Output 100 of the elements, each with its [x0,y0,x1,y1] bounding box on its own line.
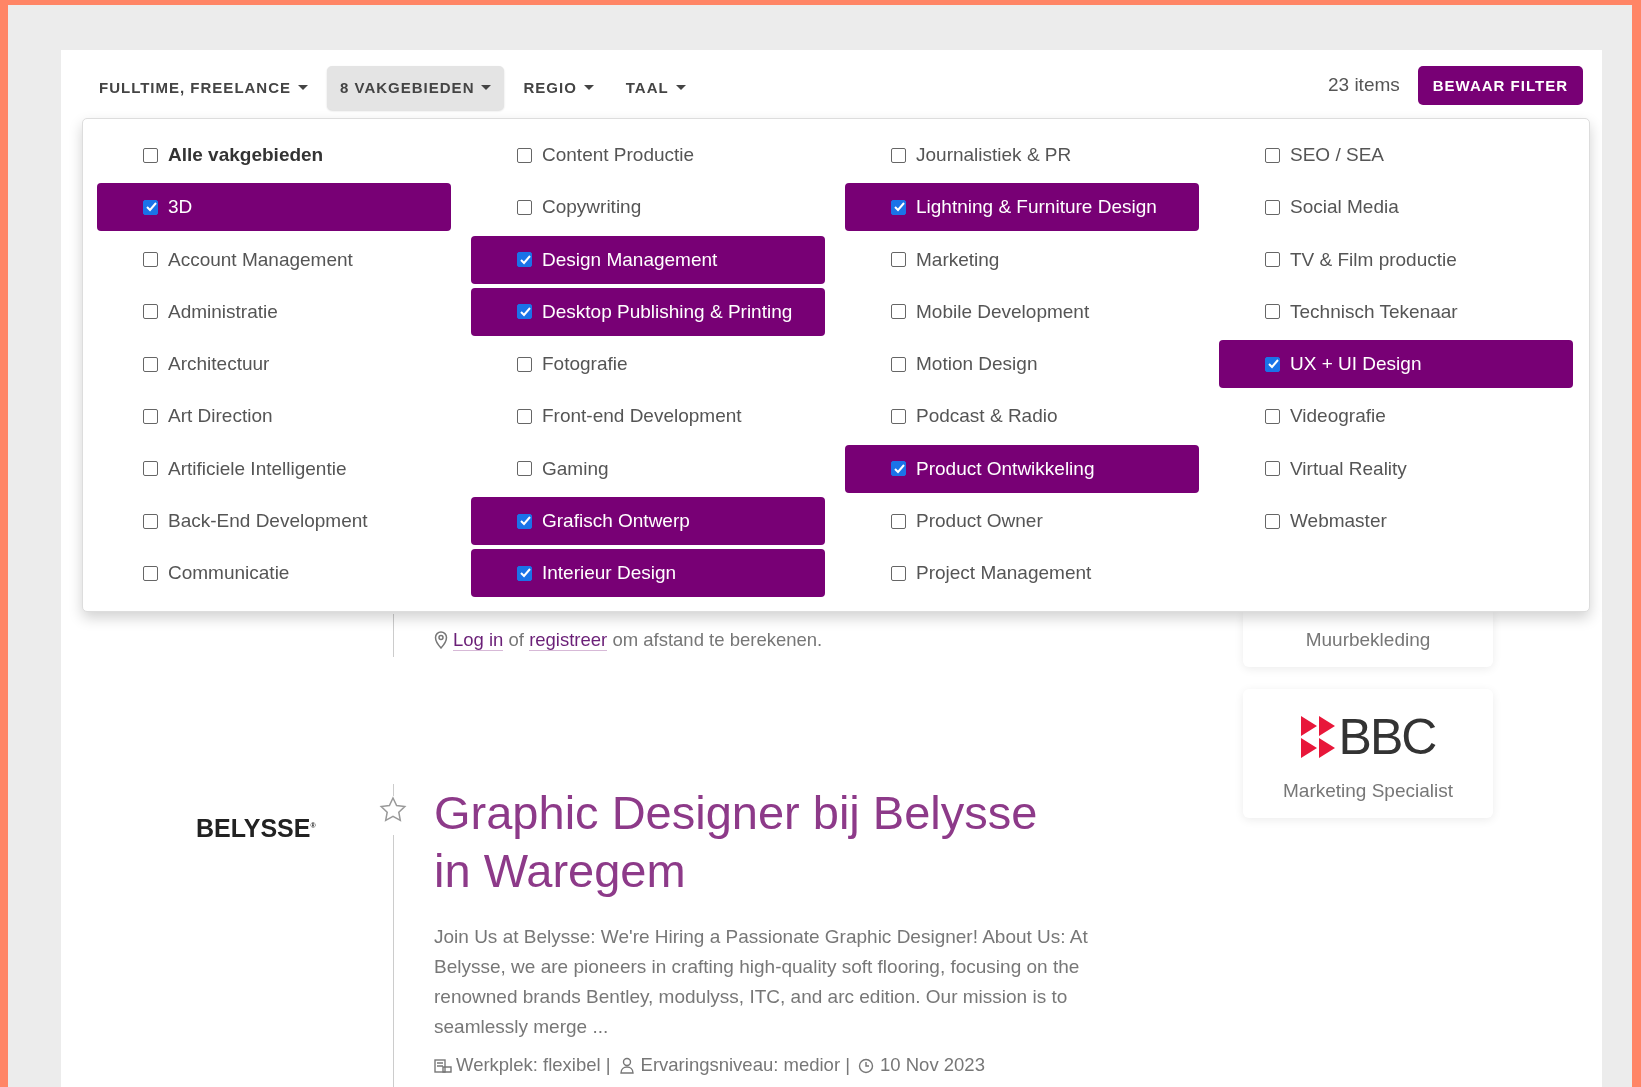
job-card[interactable]: Muurbekleding [1243,612,1493,667]
checkbox[interactable] [517,409,532,424]
checkbox[interactable] [143,147,158,163]
checkbox[interactable] [891,565,906,581]
category-option[interactable]: Lightning & Furniture Design [845,183,1199,232]
tick-icon [892,462,905,475]
category-option[interactable]: Front-end Development [471,392,825,441]
checkbox[interactable] [891,409,906,424]
category-option[interactable]: Administratie [97,287,451,336]
caret-icon [675,85,686,90]
job-title[interactable]: Graphic Designer bij Belysse in Waregem [434,784,1054,900]
job-meta: Werkplek: flexibel | [456,1054,611,1076]
checkbox[interactable] [143,513,158,529]
job-meta: 10 Nov 2023 [880,1054,985,1076]
checkbox[interactable] [891,147,906,163]
category-option[interactable]: Art Direction [97,392,451,441]
checkbox[interactable] [891,252,906,268]
checkbox[interactable] [517,565,532,581]
category-option[interactable]: TV & Film productie [1219,235,1573,284]
tick-icon [518,305,531,318]
checkbox[interactable] [1265,252,1280,268]
card-title: Marketing Specialist [1283,780,1453,802]
tick-icon [892,201,905,214]
checkbox[interactable] [517,199,532,215]
checkbox[interactable] [1265,461,1280,477]
category-option[interactable]: Motion Design [845,340,1199,389]
checkbox[interactable] [891,513,906,529]
checkbox[interactable] [517,513,532,529]
location-note: Log in of registreer om afstand te berekenen. [453,629,823,651]
caret-icon [298,85,309,90]
caret-icon [481,85,492,90]
checkbox[interactable] [517,356,532,372]
category-option[interactable]: Copywriting [471,183,825,232]
category-option[interactable]: Alle vakgebieden [97,131,451,179]
checkbox[interactable] [1265,304,1280,320]
category-option[interactable]: Product Owner [845,497,1199,546]
checkbox[interactable] [517,147,532,163]
category-option[interactable]: Gaming [471,444,825,493]
category-option[interactable]: Account Management [97,235,451,284]
category-option[interactable]: Social Media [1219,183,1573,232]
category-option[interactable]: Architectuur [97,340,451,389]
category-option[interactable]: Communicatie [97,549,451,598]
clock-icon [858,1056,876,1074]
category-option[interactable]: Interieur Design [471,549,825,598]
tick-icon [1266,358,1279,371]
category-option[interactable]: Grafisch Ontwerp [471,497,825,546]
tick-icon [518,567,531,580]
category-option[interactable]: Product Ontwikkeling [845,444,1199,493]
category-option[interactable]: Virtual Reality [1219,444,1573,493]
person-icon [618,1056,637,1074]
category-option[interactable]: Mobile Development [845,287,1199,336]
job-description: Join Us at Belysse: We're Hiring a Passionate Graphic Designer! About Us: At Belysse, we are pioneers in crafting high-quality soft flooring, focusing on the renowned brands Bentley, modulyss, ITC, and arc edition. Our mission is to seamlessly merge ... [434,925,1089,1039]
category-option[interactable]: Project Management [845,549,1199,598]
checkbox[interactable] [143,356,158,372]
tick-icon [518,515,531,528]
category-option[interactable]: UX + UI Design [1219,340,1573,389]
checkbox[interactable] [143,304,158,320]
category-option[interactable]: Podcast & Radio [845,392,1199,441]
category-option[interactable]: Design Management [471,235,825,284]
register-link[interactable]: registreer [529,629,608,651]
filter-tab[interactable]: TAAL [612,65,699,110]
checkbox[interactable] [143,565,158,581]
category-option[interactable]: SEO / SEA [1219,131,1573,179]
checkbox[interactable] [143,409,158,424]
category-option[interactable]: Back-End Development [97,497,451,546]
category-option[interactable]: Desktop Publishing & Printing [471,287,825,336]
checkbox[interactable] [891,356,906,372]
checkbox[interactable] [1265,199,1280,215]
checkbox[interactable] [517,304,532,320]
checkbox[interactable] [143,461,158,477]
checkbox[interactable] [143,252,158,268]
category-option[interactable]: Technisch Tekenaar [1219,287,1573,336]
filter-tab[interactable]: FULLTIME, FREELANCE [86,65,322,110]
category-option[interactable]: Journalistiek & PR [845,131,1199,179]
tick-icon [518,253,531,266]
checkbox[interactable] [143,199,158,215]
checkbox[interactable] [1265,356,1280,372]
category-option[interactable]: 3D [97,183,451,232]
checkbox[interactable] [1265,409,1280,424]
checkbox[interactable] [891,304,906,320]
checkbox[interactable] [1265,147,1280,163]
category-option[interactable]: Content Productie [471,131,825,179]
checkbox[interactable] [891,199,906,215]
category-option[interactable]: Videografie [1219,392,1573,441]
category-option[interactable]: Marketing [845,235,1199,284]
job-card[interactable]: BBC Marketing Specialist [1243,689,1493,818]
checkbox[interactable] [517,461,532,477]
category-option[interactable]: Webmaster [1219,497,1573,546]
login-link[interactable]: Log in [453,629,504,651]
star-icon [379,796,407,823]
triangles-logo-icon [1300,716,1335,758]
save-filter-button[interactable]: BEWAAR FILTER [1417,65,1583,105]
category-option[interactable]: Fotografie [471,340,825,389]
category-option[interactable]: Artificiele Intelligentie [97,444,451,493]
checkbox[interactable] [517,252,532,268]
filter-tab[interactable]: REGIO [510,65,607,110]
checkbox[interactable] [891,461,906,477]
filter-tab[interactable]: 8 VAKGEBIEDEN [327,65,505,110]
checkbox[interactable] [1265,513,1280,529]
tick-icon [144,201,157,214]
